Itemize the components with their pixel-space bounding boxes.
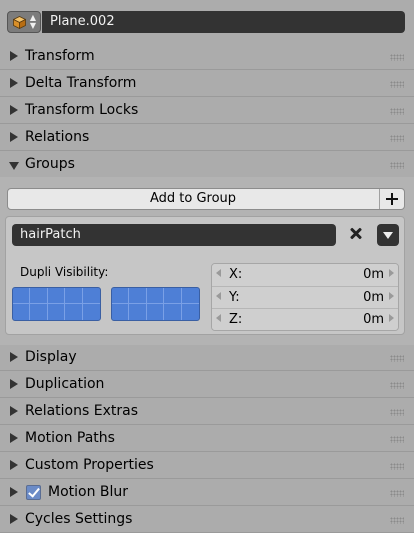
drag-handle-icon[interactable] [390,162,404,169]
panel-label: Duplication [25,376,105,392]
panel-motion-paths[interactable]: Motion Paths [0,426,414,452]
panel-label: Transform [25,48,95,64]
collapsed-triangle-icon [10,78,18,88]
increment-arrow-icon[interactable] [389,314,394,322]
offset-x-value: 0m [363,267,384,282]
collapsed-triangle-icon [10,379,18,389]
panel-label: Transform Locks [25,102,139,118]
drag-handle-icon[interactable] [390,54,404,61]
panel-display[interactable]: Display [0,345,414,371]
drag-handle-icon[interactable] [390,382,404,389]
decrement-arrow-icon[interactable] [216,314,221,322]
remove-group-icon[interactable] [347,225,365,243]
panel-label: Relations [25,129,90,145]
offset-x-field[interactable]: X: 0m [212,264,398,286]
decrement-arrow-icon[interactable] [216,269,221,277]
panel-label: Cycles Settings [25,511,133,527]
cube-icon [13,16,26,29]
group-specials-menu-button[interactable] [377,224,399,246]
offset-z-label: Z: [229,312,243,327]
motion-blur-checkbox[interactable] [26,485,41,500]
panel-relations-extras[interactable]: Relations Extras [0,399,414,425]
panel-label: Display [25,349,77,365]
drag-handle-icon[interactable] [390,490,404,497]
add-to-group-button[interactable]: Add to Group [7,188,405,210]
panel-label: Groups [25,156,75,172]
collapsed-triangle-icon [10,406,18,416]
updown-arrows-icon: ▲ ▼ [29,13,36,30]
offset-y-label: Y: [229,290,240,305]
panel-label: Custom Properties [25,457,154,473]
collapsed-triangle-icon [10,132,18,142]
panel-transform-locks[interactable]: Transform Locks [0,98,414,124]
collapsed-triangle-icon [10,460,18,470]
offset-y-field[interactable]: Y: 0m [212,286,398,308]
drag-handle-icon[interactable] [390,517,404,524]
panel-groups[interactable]: Groups [0,152,414,178]
offset-x-label: X: [229,267,243,282]
dupli-offset-fields: X: 0m Y: 0m Z: 0m [211,263,399,331]
panel-delta-transform[interactable]: Delta Transform [0,71,414,97]
increment-arrow-icon[interactable] [389,292,394,300]
drag-handle-icon[interactable] [390,135,404,142]
offset-z-value: 0m [363,312,384,327]
add-to-group-label: Add to Group [149,191,237,206]
drag-handle-icon[interactable] [390,409,404,416]
offset-z-field[interactable]: Z: 0m [212,308,398,330]
panel-relations[interactable]: Relations [0,125,414,151]
dupli-layers-grid-left[interactable] [12,287,101,321]
panel-label: Motion Blur [48,484,129,500]
object-name-field[interactable]: Plane.002 [42,11,405,33]
panel-label: Relations Extras [25,403,138,419]
drag-handle-icon[interactable] [390,355,404,362]
collapsed-triangle-icon [10,514,18,524]
group-name-field[interactable]: hairPatch [12,224,336,246]
collapsed-triangle-icon [10,352,18,362]
panel-motion-blur[interactable]: Motion Blur [0,480,414,506]
expanded-triangle-icon [9,162,19,170]
panel-label: Motion Paths [25,430,115,446]
drag-handle-icon[interactable] [390,463,404,470]
object-header: ▲ ▼ Plane.002 [0,0,414,45]
decrement-arrow-icon[interactable] [216,292,221,300]
panel-cycles-settings[interactable]: Cycles Settings [0,507,414,533]
collapsed-triangle-icon [10,487,18,497]
groups-panel-body: Add to Group hairPatch Dupli Visibility:… [0,177,414,345]
collapsed-triangle-icon [10,433,18,443]
plus-icon[interactable] [379,189,404,209]
drag-handle-icon[interactable] [390,436,404,443]
offset-y-value: 0m [363,290,384,305]
panel-duplication[interactable]: Duplication [0,372,414,398]
collapsed-triangle-icon [10,105,18,115]
drag-handle-icon[interactable] [390,108,404,115]
group-entry: hairPatch Dupli Visibility: X: 0m Y: 0m [5,216,405,335]
panel-label: Delta Transform [25,75,137,91]
collapsed-triangle-icon [10,51,18,61]
dupli-visibility-label: Dupli Visibility: [20,265,109,279]
increment-arrow-icon[interactable] [389,269,394,277]
panel-transform[interactable]: Transform [0,44,414,70]
panel-custom-properties[interactable]: Custom Properties [0,453,414,479]
object-type-selector[interactable]: ▲ ▼ [7,11,41,33]
dupli-layers-grid-right[interactable] [111,287,200,321]
drag-handle-icon[interactable] [390,81,404,88]
